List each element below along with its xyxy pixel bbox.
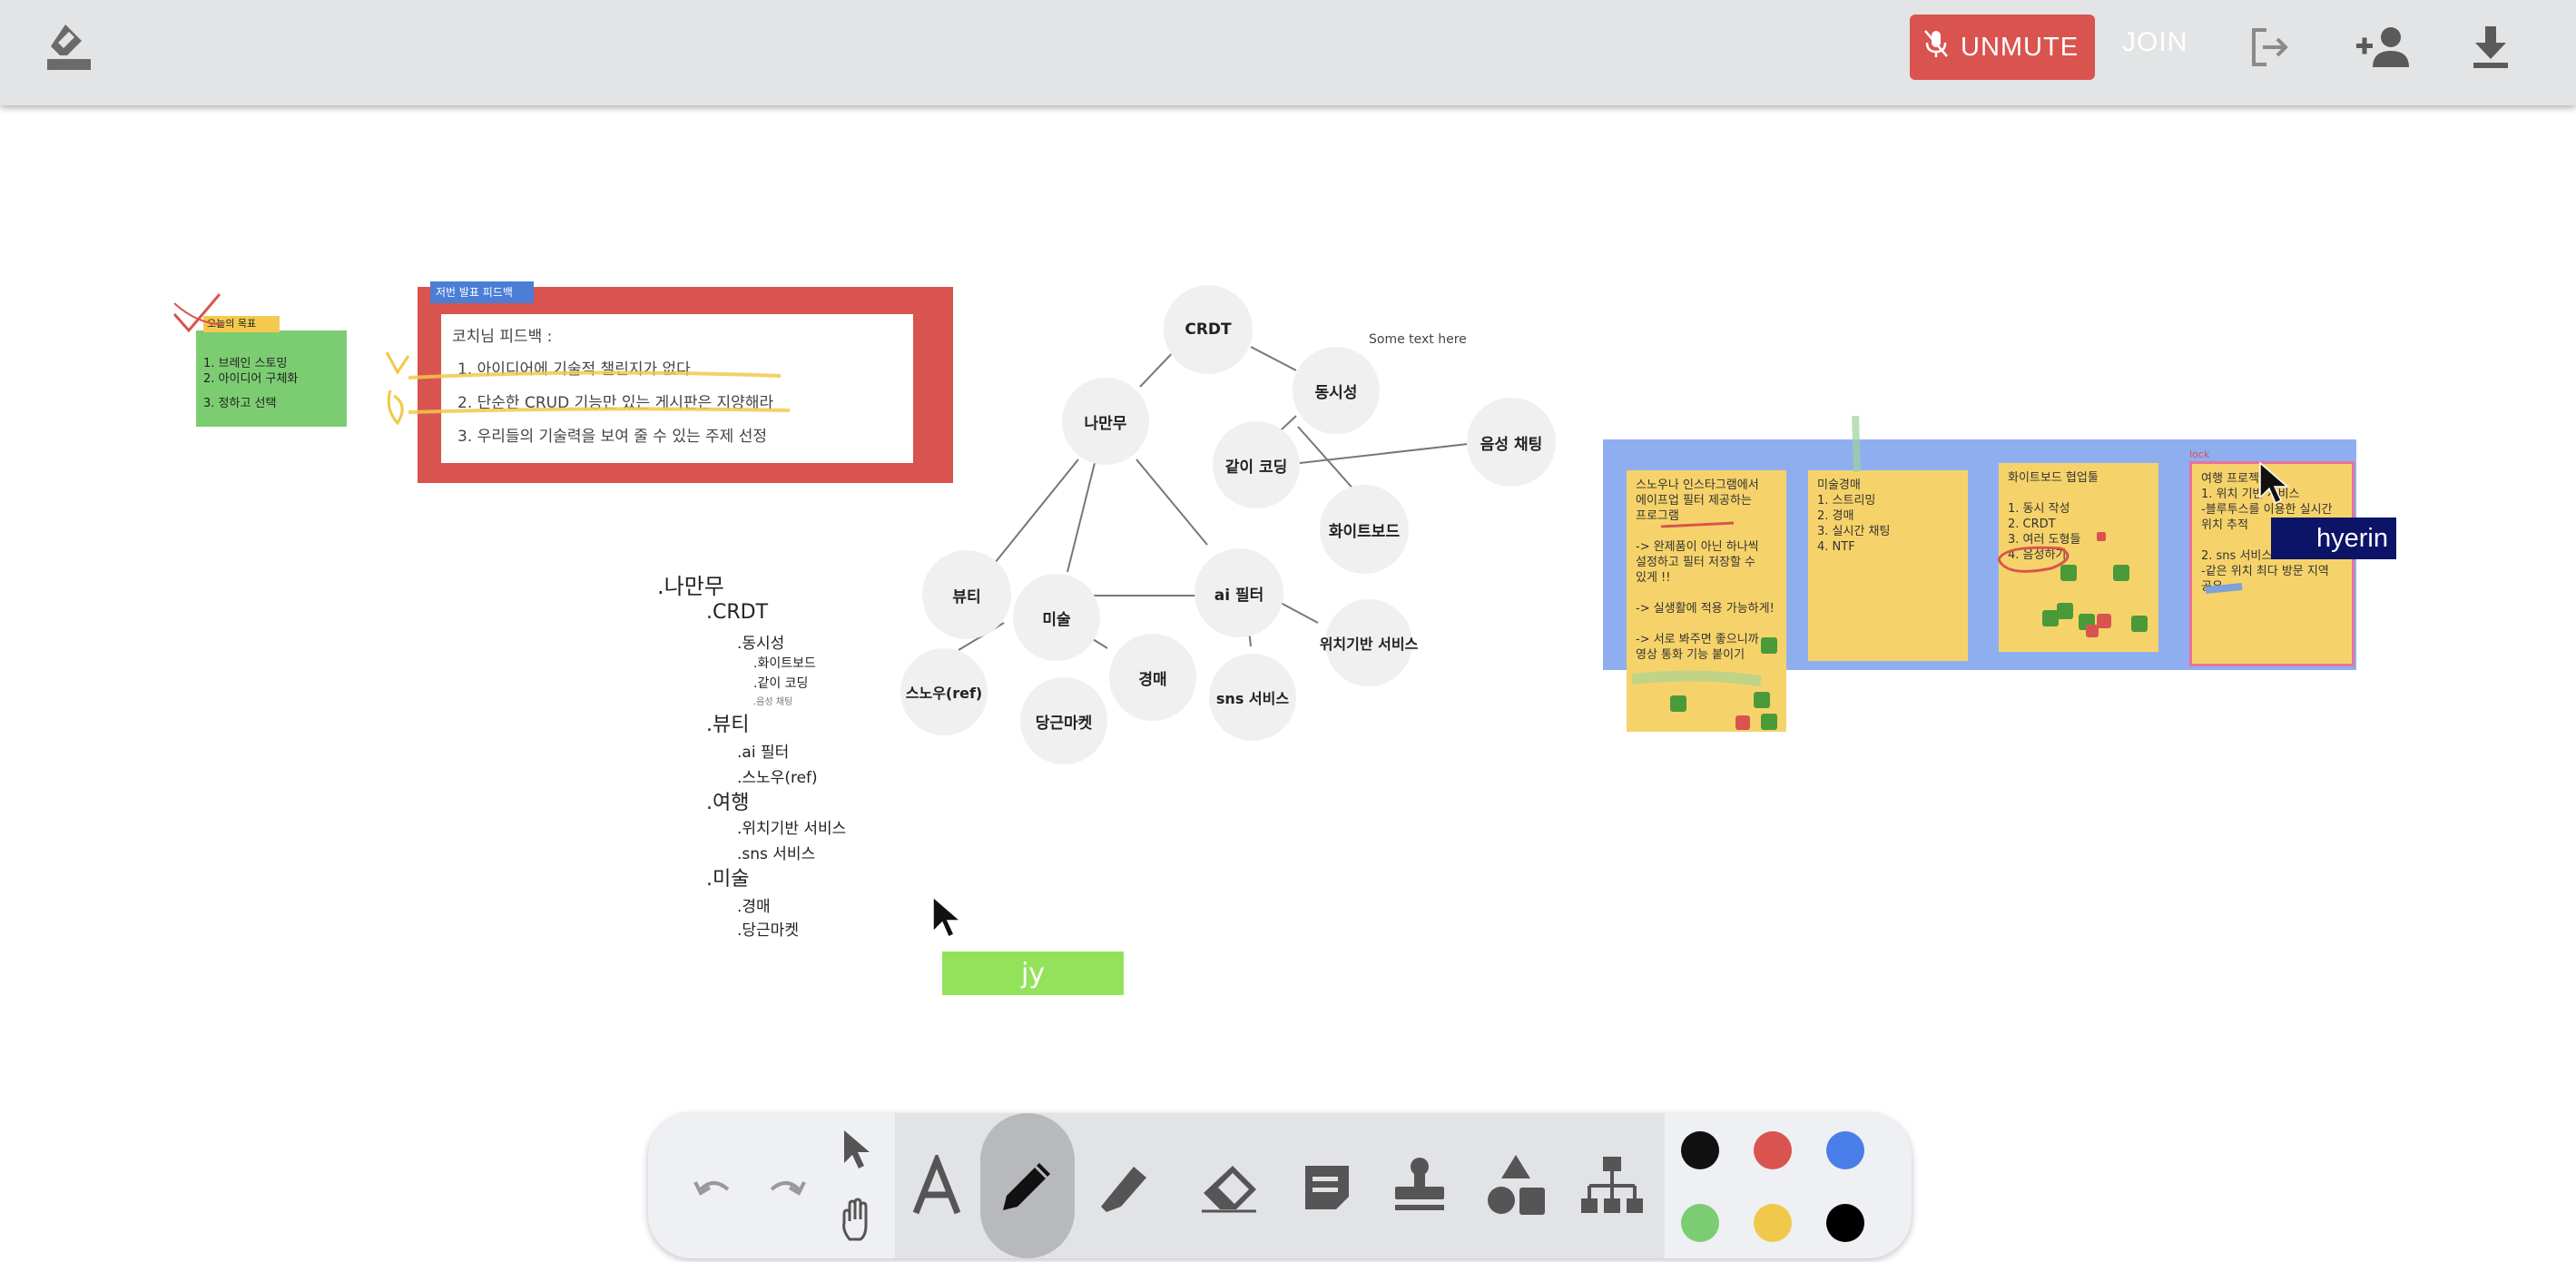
outline-item[interactable]: .sns 서비스 [737, 841, 815, 863]
redo-icon[interactable] [750, 1151, 822, 1224]
stamp-icon[interactable] [1383, 1149, 1456, 1222]
color-yellow[interactable] [1754, 1204, 1792, 1242]
sticky-note-icon[interactable] [1291, 1151, 1363, 1224]
outline-item[interactable]: .동시성 [737, 630, 784, 653]
outline-root[interactable]: .나만무 [657, 568, 724, 600]
text-icon[interactable] [900, 1149, 973, 1222]
color-black[interactable] [1681, 1131, 1719, 1169]
exit-icon[interactable] [2242, 20, 2296, 74]
outline-item[interactable]: .경매 [737, 893, 771, 916]
highlighter-icon[interactable] [1089, 1151, 1162, 1224]
cursor-label-hyerin: hyerin [2271, 518, 2396, 559]
floating-text[interactable]: Some text here [1369, 332, 1467, 347]
outline-item[interactable]: .위치기반 서비스 [737, 815, 846, 838]
eraser-icon[interactable] [1193, 1151, 1265, 1224]
cursor-icon [2259, 461, 2290, 505]
mindmap-node[interactable]: CRDT [1164, 285, 1253, 374]
goal-line: 2. 아이디어 구체화 [203, 372, 299, 386]
mindmap-node[interactable]: 위치기반 서비스 [1320, 599, 1418, 686]
outline-item[interactable]: .당근마켓 [737, 917, 799, 940]
cursor-icon [932, 895, 963, 939]
eraser-board-icon[interactable] [42, 20, 96, 74]
goal-sticky-note[interactable]: 1. 브레인 스토밍 2. 아이디어 구체화 3. 정하고 선택 [196, 330, 347, 427]
outline-item[interactable]: .뷰티 [706, 708, 749, 737]
color-green[interactable] [1681, 1204, 1719, 1242]
outline-item[interactable]: .여행 [706, 786, 749, 815]
goal-line: 3. 정하고 선택 [203, 397, 277, 410]
mindmap-node[interactable]: 동시성 [1293, 347, 1380, 434]
mic-off-icon [1922, 28, 1950, 66]
mindmap-node[interactable]: 스노우(ref) [900, 648, 988, 735]
outline-item[interactable]: .스노우(ref) [737, 764, 818, 787]
unmute-button[interactable]: UNMUTE [1910, 15, 2095, 80]
outline-item[interactable]: .CRDT [706, 601, 768, 624]
mindmap-node[interactable]: 뷰티 [922, 550, 1011, 639]
download-icon[interactable] [2463, 20, 2518, 74]
board-annotations [1631, 415, 2243, 730]
mindmap-node[interactable]: 경매 [1109, 634, 1196, 721]
hand-icon[interactable] [821, 1184, 893, 1257]
goal-line: 1. 브레인 스토밍 [203, 357, 288, 370]
mindmap-node[interactable]: 같이 코딩 [1213, 421, 1300, 508]
unmute-label: UNMUTE [1961, 32, 2079, 62]
red-check-scribble [172, 293, 224, 333]
mindmap-node[interactable]: sns 서비스 [1209, 654, 1296, 741]
outline-item[interactable]: .화이트보드 [753, 654, 816, 672]
outline-item[interactable]: .미술 [706, 863, 749, 892]
mindmap-node[interactable]: 화이트보드 [1320, 485, 1409, 574]
select-icon[interactable] [821, 1113, 893, 1186]
outline-item[interactable]: .같이 코딩 [753, 674, 808, 692]
pen-tool-selected[interactable] [980, 1113, 1075, 1258]
color-blue[interactable] [1826, 1131, 1864, 1169]
mindmap-node[interactable]: 나만무 [1062, 378, 1149, 465]
outline-item[interactable]: .ai 필터 [737, 739, 789, 762]
feedback-tag: 저번 발표 피드백 [430, 281, 534, 303]
mindmap-node[interactable]: 당근마켓 [1020, 677, 1107, 764]
add-person-icon[interactable] [2353, 20, 2416, 74]
mindmap-node[interactable]: 음성 채팅 [1467, 398, 1556, 487]
cursor-label-jy: jy [942, 951, 1124, 995]
yellow-highlight-scribble [385, 351, 791, 426]
outline-item[interactable]: .음성 채팅 [753, 694, 792, 707]
top-bar: UNMUTE JOIN [0, 0, 2576, 105]
undo-icon[interactable] [677, 1151, 750, 1224]
join-button[interactable]: JOIN [2122, 27, 2188, 58]
mindmap-node[interactable]: ai 필터 [1195, 548, 1283, 637]
mindmap-icon[interactable] [1576, 1149, 1648, 1222]
mindmap-node[interactable]: 미술 [1013, 574, 1100, 661]
color-red[interactable] [1754, 1131, 1792, 1169]
shapes-icon[interactable] [1480, 1149, 1552, 1222]
pen-icon[interactable] [991, 1149, 1064, 1222]
color-black-2[interactable] [1826, 1204, 1864, 1242]
